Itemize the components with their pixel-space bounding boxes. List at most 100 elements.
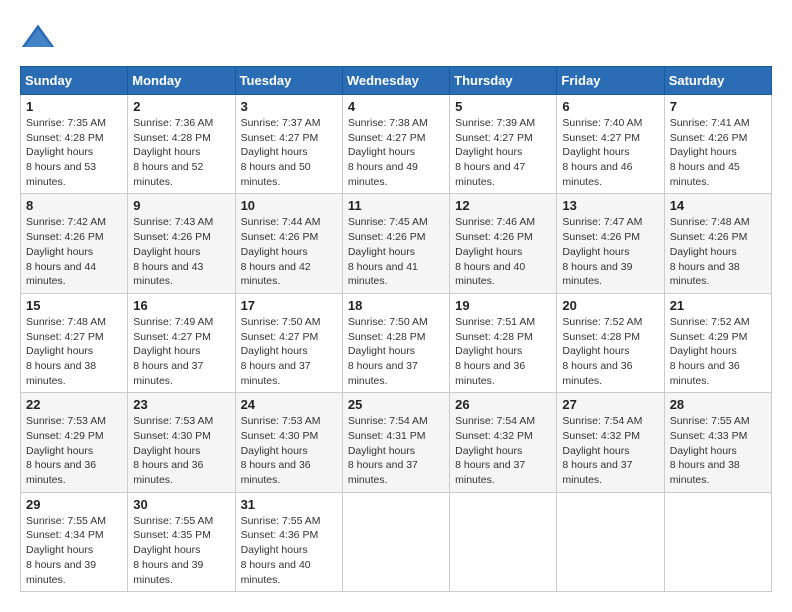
- logo-icon: [20, 20, 56, 56]
- calendar-cell: 17 Sunrise: 7:50 AMSunset: 4:27 PMDaylig…: [235, 293, 342, 392]
- day-info: Sunrise: 7:49 AMSunset: 4:27 PMDaylight …: [133, 316, 213, 387]
- day-number: 31: [241, 497, 337, 512]
- day-info: Sunrise: 7:54 AMSunset: 4:31 PMDaylight …: [348, 415, 428, 486]
- day-info: Sunrise: 7:39 AMSunset: 4:27 PMDaylight …: [455, 117, 535, 188]
- day-info: Sunrise: 7:42 AMSunset: 4:26 PMDaylight …: [26, 216, 106, 287]
- calendar-week-row: 15 Sunrise: 7:48 AMSunset: 4:27 PMDaylig…: [21, 293, 772, 392]
- calendar-cell: 23 Sunrise: 7:53 AMSunset: 4:30 PMDaylig…: [128, 393, 235, 492]
- calendar-header-thursday: Thursday: [450, 67, 557, 95]
- day-info: Sunrise: 7:48 AMSunset: 4:27 PMDaylight …: [26, 316, 106, 387]
- calendar-cell: [664, 492, 771, 591]
- calendar-cell: 2 Sunrise: 7:36 AMSunset: 4:28 PMDayligh…: [128, 95, 235, 194]
- calendar-cell: 5 Sunrise: 7:39 AMSunset: 4:27 PMDayligh…: [450, 95, 557, 194]
- calendar-cell: 28 Sunrise: 7:55 AMSunset: 4:33 PMDaylig…: [664, 393, 771, 492]
- calendar-cell: 11 Sunrise: 7:45 AMSunset: 4:26 PMDaylig…: [342, 194, 449, 293]
- calendar-cell: 9 Sunrise: 7:43 AMSunset: 4:26 PMDayligh…: [128, 194, 235, 293]
- calendar-header-saturday: Saturday: [664, 67, 771, 95]
- day-number: 20: [562, 298, 658, 313]
- day-info: Sunrise: 7:52 AMSunset: 4:29 PMDaylight …: [670, 316, 750, 387]
- calendar-table: SundayMondayTuesdayWednesdayThursdayFrid…: [20, 66, 772, 592]
- day-number: 26: [455, 397, 551, 412]
- calendar-header-friday: Friday: [557, 67, 664, 95]
- day-number: 28: [670, 397, 766, 412]
- calendar-cell: 26 Sunrise: 7:54 AMSunset: 4:32 PMDaylig…: [450, 393, 557, 492]
- day-number: 14: [670, 198, 766, 213]
- calendar-body: 1 Sunrise: 7:35 AMSunset: 4:28 PMDayligh…: [21, 95, 772, 592]
- day-number: 19: [455, 298, 551, 313]
- calendar-header-monday: Monday: [128, 67, 235, 95]
- day-number: 25: [348, 397, 444, 412]
- day-info: Sunrise: 7:47 AMSunset: 4:26 PMDaylight …: [562, 216, 642, 287]
- day-info: Sunrise: 7:50 AMSunset: 4:27 PMDaylight …: [241, 316, 321, 387]
- day-number: 8: [26, 198, 122, 213]
- day-info: Sunrise: 7:37 AMSunset: 4:27 PMDaylight …: [241, 117, 321, 188]
- day-number: 13: [562, 198, 658, 213]
- day-number: 9: [133, 198, 229, 213]
- calendar-cell: [342, 492, 449, 591]
- day-info: Sunrise: 7:55 AMSunset: 4:36 PMDaylight …: [241, 515, 321, 586]
- calendar-cell: 29 Sunrise: 7:55 AMSunset: 4:34 PMDaylig…: [21, 492, 128, 591]
- calendar-header-wednesday: Wednesday: [342, 67, 449, 95]
- page-header: [20, 20, 772, 56]
- day-info: Sunrise: 7:43 AMSunset: 4:26 PMDaylight …: [133, 216, 213, 287]
- day-info: Sunrise: 7:40 AMSunset: 4:27 PMDaylight …: [562, 117, 642, 188]
- calendar-cell: 4 Sunrise: 7:38 AMSunset: 4:27 PMDayligh…: [342, 95, 449, 194]
- calendar-cell: 21 Sunrise: 7:52 AMSunset: 4:29 PMDaylig…: [664, 293, 771, 392]
- day-info: Sunrise: 7:36 AMSunset: 4:28 PMDaylight …: [133, 117, 213, 188]
- day-number: 12: [455, 198, 551, 213]
- calendar-cell: 27 Sunrise: 7:54 AMSunset: 4:32 PMDaylig…: [557, 393, 664, 492]
- calendar-cell: 16 Sunrise: 7:49 AMSunset: 4:27 PMDaylig…: [128, 293, 235, 392]
- calendar-cell: 20 Sunrise: 7:52 AMSunset: 4:28 PMDaylig…: [557, 293, 664, 392]
- day-number: 5: [455, 99, 551, 114]
- calendar-cell: 8 Sunrise: 7:42 AMSunset: 4:26 PMDayligh…: [21, 194, 128, 293]
- day-number: 2: [133, 99, 229, 114]
- day-number: 3: [241, 99, 337, 114]
- calendar-cell: 31 Sunrise: 7:55 AMSunset: 4:36 PMDaylig…: [235, 492, 342, 591]
- day-number: 18: [348, 298, 444, 313]
- day-info: Sunrise: 7:48 AMSunset: 4:26 PMDaylight …: [670, 216, 750, 287]
- calendar-cell: 30 Sunrise: 7:55 AMSunset: 4:35 PMDaylig…: [128, 492, 235, 591]
- day-number: 30: [133, 497, 229, 512]
- day-info: Sunrise: 7:55 AMSunset: 4:33 PMDaylight …: [670, 415, 750, 486]
- day-number: 10: [241, 198, 337, 213]
- calendar-cell: 7 Sunrise: 7:41 AMSunset: 4:26 PMDayligh…: [664, 95, 771, 194]
- day-number: 11: [348, 198, 444, 213]
- day-number: 15: [26, 298, 122, 313]
- day-info: Sunrise: 7:44 AMSunset: 4:26 PMDaylight …: [241, 216, 321, 287]
- calendar-cell: [450, 492, 557, 591]
- day-number: 23: [133, 397, 229, 412]
- day-number: 27: [562, 397, 658, 412]
- day-info: Sunrise: 7:35 AMSunset: 4:28 PMDaylight …: [26, 117, 106, 188]
- calendar-cell: 14 Sunrise: 7:48 AMSunset: 4:26 PMDaylig…: [664, 194, 771, 293]
- calendar-cell: 15 Sunrise: 7:48 AMSunset: 4:27 PMDaylig…: [21, 293, 128, 392]
- calendar-week-row: 1 Sunrise: 7:35 AMSunset: 4:28 PMDayligh…: [21, 95, 772, 194]
- day-info: Sunrise: 7:53 AMSunset: 4:29 PMDaylight …: [26, 415, 106, 486]
- calendar-cell: 12 Sunrise: 7:46 AMSunset: 4:26 PMDaylig…: [450, 194, 557, 293]
- day-number: 6: [562, 99, 658, 114]
- day-info: Sunrise: 7:46 AMSunset: 4:26 PMDaylight …: [455, 216, 535, 287]
- calendar-header-row: SundayMondayTuesdayWednesdayThursdayFrid…: [21, 67, 772, 95]
- day-number: 17: [241, 298, 337, 313]
- calendar-cell: [557, 492, 664, 591]
- day-number: 7: [670, 99, 766, 114]
- calendar-cell: 18 Sunrise: 7:50 AMSunset: 4:28 PMDaylig…: [342, 293, 449, 392]
- calendar-cell: 10 Sunrise: 7:44 AMSunset: 4:26 PMDaylig…: [235, 194, 342, 293]
- calendar-header-sunday: Sunday: [21, 67, 128, 95]
- day-info: Sunrise: 7:52 AMSunset: 4:28 PMDaylight …: [562, 316, 642, 387]
- calendar-cell: 19 Sunrise: 7:51 AMSunset: 4:28 PMDaylig…: [450, 293, 557, 392]
- calendar-cell: 6 Sunrise: 7:40 AMSunset: 4:27 PMDayligh…: [557, 95, 664, 194]
- day-info: Sunrise: 7:54 AMSunset: 4:32 PMDaylight …: [562, 415, 642, 486]
- calendar-cell: 1 Sunrise: 7:35 AMSunset: 4:28 PMDayligh…: [21, 95, 128, 194]
- day-number: 22: [26, 397, 122, 412]
- calendar-header-tuesday: Tuesday: [235, 67, 342, 95]
- day-info: Sunrise: 7:55 AMSunset: 4:34 PMDaylight …: [26, 515, 106, 586]
- day-number: 1: [26, 99, 122, 114]
- calendar-cell: 25 Sunrise: 7:54 AMSunset: 4:31 PMDaylig…: [342, 393, 449, 492]
- day-info: Sunrise: 7:53 AMSunset: 4:30 PMDaylight …: [241, 415, 321, 486]
- day-info: Sunrise: 7:55 AMSunset: 4:35 PMDaylight …: [133, 515, 213, 586]
- day-info: Sunrise: 7:53 AMSunset: 4:30 PMDaylight …: [133, 415, 213, 486]
- calendar-week-row: 8 Sunrise: 7:42 AMSunset: 4:26 PMDayligh…: [21, 194, 772, 293]
- calendar-cell: 24 Sunrise: 7:53 AMSunset: 4:30 PMDaylig…: [235, 393, 342, 492]
- calendar-cell: 3 Sunrise: 7:37 AMSunset: 4:27 PMDayligh…: [235, 95, 342, 194]
- logo: [20, 20, 62, 56]
